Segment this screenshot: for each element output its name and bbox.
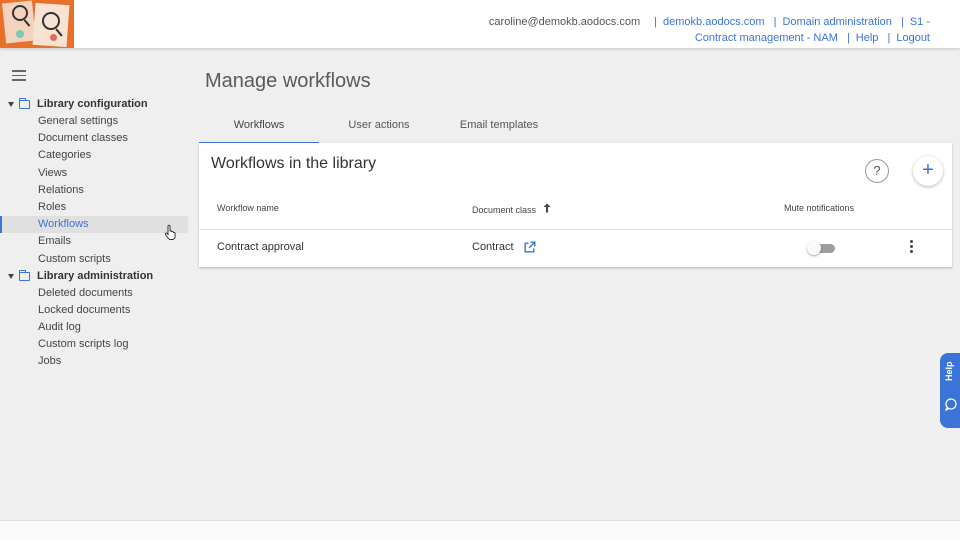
- folder-icon: [18, 269, 30, 281]
- card-title: Workflows in the library: [211, 155, 377, 172]
- sidebar-item-custom-scripts[interactable]: Custom scripts: [0, 251, 188, 268]
- user-email: caroline@demokb.aodocs.com: [488, 16, 641, 28]
- domain-link[interactable]: demokb.aodocs.com: [663, 16, 765, 28]
- mute-notifications-toggle[interactable]: [807, 241, 835, 255]
- help-button[interactable]: ?: [865, 159, 889, 183]
- sidebar-item-roles[interactable]: Roles: [0, 199, 188, 216]
- page-title: Manage workflows: [205, 70, 371, 92]
- column-header-workflow-name[interactable]: Workflow name: [217, 203, 279, 213]
- sidebar-item-jobs[interactable]: Jobs: [0, 353, 188, 370]
- library-name-link[interactable]: Contract management - NAM: [695, 32, 838, 44]
- sidebar-group-library-configuration[interactable]: Library configuration: [0, 96, 188, 113]
- sidebar-item-emails[interactable]: Emails: [0, 233, 188, 250]
- workflow-name-cell[interactable]: Contract approval: [217, 241, 304, 253]
- library-link[interactable]: S1 -: [910, 16, 930, 28]
- column-header-mute-notifications: Mute notifications: [784, 203, 855, 213]
- add-workflow-button[interactable]: +: [913, 156, 943, 186]
- caret-down-icon: [8, 102, 14, 107]
- sidebar-item-views[interactable]: Views: [0, 165, 188, 182]
- sidebar-item-general-settings[interactable]: General settings: [0, 113, 188, 130]
- tab-bar: Workflows User actions Email templates: [199, 110, 559, 144]
- hand-cursor-icon: [164, 224, 176, 240]
- sidebar-group-library-administration[interactable]: Library administration: [0, 268, 188, 285]
- app-logo[interactable]: [0, 0, 74, 48]
- help-side-tab[interactable]: Help: [940, 353, 960, 428]
- header-divider: [199, 229, 952, 230]
- tab-user-actions[interactable]: User actions: [319, 110, 439, 144]
- sidebar-item-locked-documents[interactable]: Locked documents: [0, 302, 188, 319]
- footer-bar: [0, 520, 960, 540]
- sort-ascending-icon: [543, 203, 551, 213]
- sidebar-item-workflows[interactable]: Workflows: [0, 216, 188, 234]
- chat-bubble-icon: [944, 398, 957, 411]
- menu-icon[interactable]: [12, 70, 26, 81]
- help-tab-label: Help: [944, 361, 954, 381]
- sidebar-item-categories[interactable]: Categories: [0, 147, 188, 164]
- sidebar-item-deleted-documents[interactable]: Deleted documents: [0, 285, 188, 302]
- user-bar: caroline@demokb.aodocs.com | demokb.aodoc…: [488, 16, 930, 44]
- top-header: caroline@demokb.aodocs.com | demokb.aodoc…: [0, 0, 960, 48]
- open-in-new-icon[interactable]: [523, 240, 537, 254]
- document-class-cell: Contract: [472, 241, 514, 253]
- folder-icon: [18, 98, 30, 109]
- sidebar-item-audit-log[interactable]: Audit log: [0, 319, 188, 336]
- sidebar: Library configuration General settings D…: [0, 96, 188, 371]
- workflows-card: Workflows in the library ? + Workflow na…: [199, 143, 952, 267]
- column-header-document-class[interactable]: Document class: [472, 203, 551, 215]
- help-link[interactable]: Help: [856, 32, 879, 44]
- sidebar-item-relations[interactable]: Relations: [0, 182, 188, 199]
- more-vert-icon[interactable]: [908, 240, 914, 256]
- caret-down-icon: [8, 273, 14, 279]
- sidebar-item-custom-scripts-log[interactable]: Custom scripts log: [0, 336, 188, 353]
- logout-link[interactable]: Logout: [896, 32, 930, 44]
- sidebar-item-document-classes[interactable]: Document classes: [0, 130, 188, 147]
- tab-email-templates[interactable]: Email templates: [439, 110, 559, 144]
- domain-administration-link[interactable]: Domain administration: [782, 16, 891, 28]
- tab-workflows[interactable]: Workflows: [199, 110, 319, 144]
